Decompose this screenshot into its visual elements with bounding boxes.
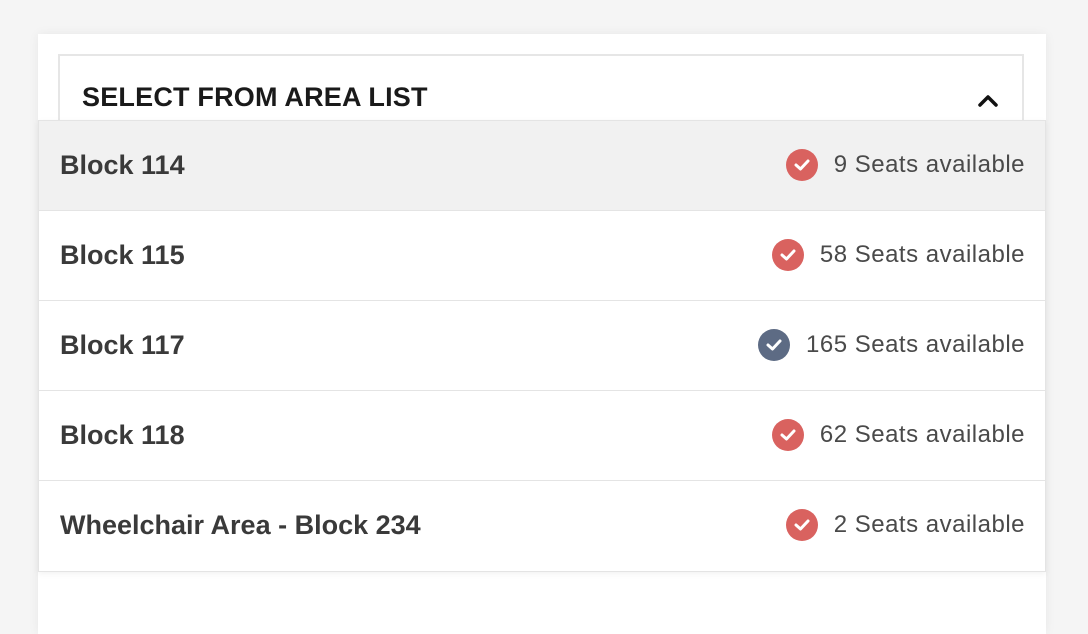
check-circle-icon xyxy=(771,239,804,271)
area-availability: 58 Seats available xyxy=(771,239,1025,271)
area-option-label: Wheelchair Area - Block 234 xyxy=(60,510,421,540)
area-select-title: SELECT FROM AREA LIST xyxy=(82,82,428,112)
area-option[interactable]: Block 114 9 Seats available xyxy=(39,121,1045,211)
area-availability: 165 Seats available xyxy=(758,329,1025,361)
area-options-list: Block 114 9 Seats available Block 115 58… xyxy=(38,120,1046,572)
check-circle-icon xyxy=(758,329,791,361)
area-option[interactable]: Wheelchair Area - Block 234 2 Seats avai… xyxy=(39,481,1045,571)
area-option[interactable]: Block 117 165 Seats available xyxy=(39,301,1045,391)
check-circle-icon xyxy=(785,509,818,541)
seats-available-text: 62 Seats available xyxy=(819,421,1025,448)
area-option-label: Block 115 xyxy=(60,240,185,270)
area-availability: 2 Seats available xyxy=(785,509,1025,541)
area-option-label: Block 117 xyxy=(60,330,185,360)
area-option-label: Block 118 xyxy=(60,420,185,450)
seats-available-text: 165 Seats available xyxy=(806,331,1025,358)
seats-available-text: 58 Seats available xyxy=(819,241,1025,268)
area-availability: 9 Seats available xyxy=(785,149,1025,181)
area-option[interactable]: Block 118 62 Seats available xyxy=(39,391,1045,481)
check-circle-icon xyxy=(785,149,818,181)
area-availability: 62 Seats available xyxy=(771,419,1025,451)
seats-available-text: 9 Seats available xyxy=(833,151,1025,178)
area-option-label: Block 114 xyxy=(60,150,185,180)
check-circle-icon xyxy=(771,419,804,451)
area-option[interactable]: Block 115 58 Seats available xyxy=(39,211,1045,301)
chevron-up-icon[interactable] xyxy=(974,90,1002,110)
area-select-card: SELECT FROM AREA LIST Block 114 9 Seats … xyxy=(38,34,1046,634)
seats-available-text: 2 Seats available xyxy=(833,511,1025,538)
